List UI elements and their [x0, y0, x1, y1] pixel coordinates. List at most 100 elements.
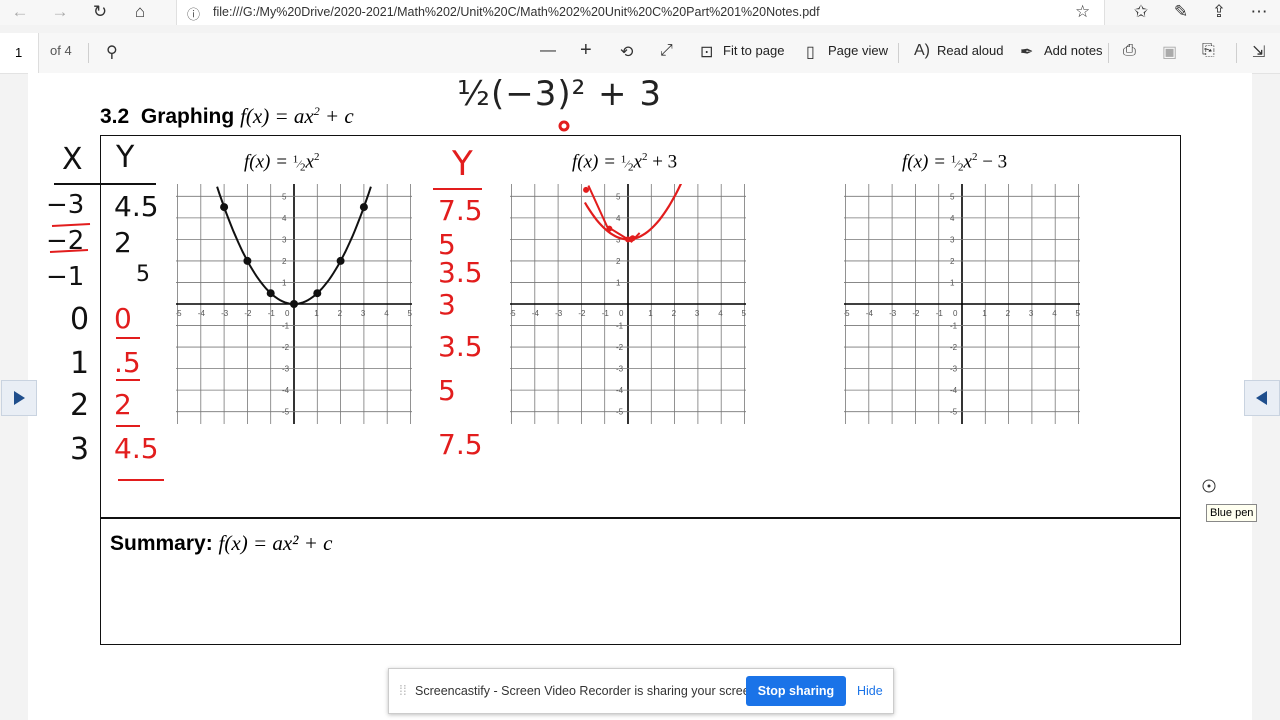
stop-sharing-button[interactable]: Stop sharing	[746, 676, 846, 706]
pen-cursor-icon	[1202, 479, 1216, 493]
y-value: 4.5	[114, 190, 159, 223]
heading-formula: f(x) = ax2 + c	[240, 104, 354, 128]
favorite-star-icon[interactable]: ☆	[1075, 2, 1090, 22]
x-tick-label: 1	[314, 309, 319, 318]
y-tick-label: -1	[950, 322, 958, 331]
web-note-pen-icon[interactable]: ✎	[1170, 2, 1192, 22]
share-icon[interactable]: ⇪	[1208, 2, 1230, 22]
x-tick-label: 4	[718, 309, 723, 318]
x-tick-label: 4	[384, 309, 389, 318]
y2-value: 3.5	[438, 256, 483, 289]
y-value: 2	[114, 226, 132, 259]
y2-value: 5	[438, 374, 456, 407]
coordinate-grid-2: -5-5-4-4-3-3-2-2-1-101122334455	[510, 184, 746, 424]
y-tick-label: 1	[616, 278, 621, 287]
graph-title-tail: − 3	[977, 151, 1008, 173]
save-as-icon[interactable]: ⎘	[1202, 42, 1215, 60]
y-tick-label: 1	[950, 278, 955, 287]
toolbar-divider	[1236, 43, 1237, 63]
fullscreen-icon[interactable]: ⤢	[660, 42, 673, 60]
share-message: Screencastify - Screen Video Recorder is…	[415, 684, 761, 698]
y-tick-label: 3	[282, 235, 287, 244]
rotate-icon[interactable]: ⟲	[620, 42, 633, 62]
plotted-point	[243, 256, 252, 265]
x-value: 3	[70, 432, 90, 467]
zoom-out-icon[interactable]: —	[540, 42, 556, 60]
page-number-input[interactable]: 1	[0, 33, 39, 73]
next-page-button[interactable]	[1244, 380, 1280, 416]
drag-handle-icon[interactable]: ⁞⁞	[399, 682, 407, 698]
y-tick-label: 5	[616, 192, 621, 201]
search-icon[interactable]: ⚲	[106, 42, 118, 62]
x-tick-label: -4	[866, 309, 874, 318]
favorites-icon[interactable]: ✩	[1130, 2, 1152, 22]
y-tick-label: 2	[282, 257, 287, 266]
coordinate-grid-1: -5-5-4-4-3-3-2-2-1-101122334455	[176, 184, 412, 424]
plotted-point	[313, 289, 322, 298]
address-bar-row: ← → ↻ ⌂ ⓘ file:///G:/My%20Drive/2020-202…	[0, 0, 1280, 25]
plotted-point	[220, 203, 229, 212]
hide-button[interactable]: Hide	[857, 684, 883, 698]
y2-value: 3	[438, 288, 456, 321]
save-icon[interactable]: ▣	[1162, 42, 1177, 62]
plotted-point	[336, 256, 345, 265]
y2-underline	[433, 188, 482, 190]
red-plotted-point	[606, 225, 613, 232]
read-aloud-icon: A)	[914, 42, 930, 59]
summary-formula: f(x) = ax² + c	[218, 531, 333, 555]
x-tick-label: -2	[244, 309, 252, 318]
x-tick-label: 4	[1052, 309, 1057, 318]
home-icon[interactable]: ⌂	[129, 2, 151, 22]
print-icon[interactable]: ⎙	[1123, 42, 1136, 60]
x-value: −1	[46, 262, 85, 292]
y-tick-label: -4	[282, 386, 290, 395]
url-field[interactable]: ⓘ file:///G:/My%20Drive/2020-2021/Math%2…	[176, 0, 1105, 25]
graph-title-tail: + 3	[647, 151, 678, 173]
previous-page-button[interactable]	[1, 380, 37, 416]
y-tick-label: -2	[616, 343, 624, 352]
y-tick-label: -3	[950, 365, 958, 374]
x-column-header: X	[62, 142, 83, 177]
x-value: 2	[70, 388, 90, 423]
x-value: −3	[46, 190, 85, 220]
arrow-left-icon	[1256, 391, 1267, 405]
y-tick-label: 1	[282, 278, 287, 287]
x-tick-label: -4	[198, 309, 206, 318]
y-tick-label: 4	[616, 214, 621, 223]
x-tick-label: 3	[361, 309, 366, 318]
info-icon[interactable]: ⓘ	[187, 4, 200, 23]
summary-heading: Summary: f(x) = ax² + c	[110, 531, 332, 556]
calc-text: ½(−3)² + 3	[457, 74, 662, 114]
zoom-in-icon[interactable]: +	[580, 39, 592, 62]
arrow-right-icon	[14, 391, 25, 405]
forward-icon[interactable]: →	[49, 2, 71, 22]
x-tick-label: -4	[532, 309, 540, 318]
refresh-icon[interactable]: ↻	[89, 2, 111, 22]
y-tick-label: -1	[282, 322, 290, 331]
x-value: 0	[70, 302, 90, 337]
url-text: file:///G:/My%20Drive/2020-2021/Math%202…	[213, 5, 820, 19]
x-tick-label: 3	[695, 309, 700, 318]
x-tick-label: 5	[408, 309, 413, 318]
y-value: 2	[114, 388, 132, 421]
origin-label: 0	[619, 309, 624, 318]
x-tick-label: 2	[1006, 309, 1011, 318]
y-tick-label: -3	[616, 365, 624, 374]
y-tick-label: 2	[950, 257, 955, 266]
unpin-toolbar-icon[interactable]: ⇲	[1252, 42, 1265, 62]
y-tick-label: -4	[616, 386, 624, 395]
y2-column-header: Y	[452, 144, 473, 184]
red-plotted-point	[583, 186, 590, 193]
x-tick-label: -1	[936, 309, 944, 318]
plotted-point	[290, 300, 298, 308]
y-tick-label: 4	[950, 214, 955, 223]
origin-label: 0	[953, 309, 958, 318]
y2-value: 3.5	[438, 330, 483, 363]
x-tick-label: -5	[844, 309, 850, 318]
more-menu-icon[interactable]: ⋯	[1248, 2, 1270, 22]
page-heading: 3.2 Graphing f(x) = ax2 + c	[100, 104, 354, 129]
summary-divider	[100, 517, 1181, 519]
back-icon[interactable]: ←	[9, 2, 31, 22]
x-tick-label: -3	[889, 309, 897, 318]
x-tick-label: -2	[578, 309, 586, 318]
